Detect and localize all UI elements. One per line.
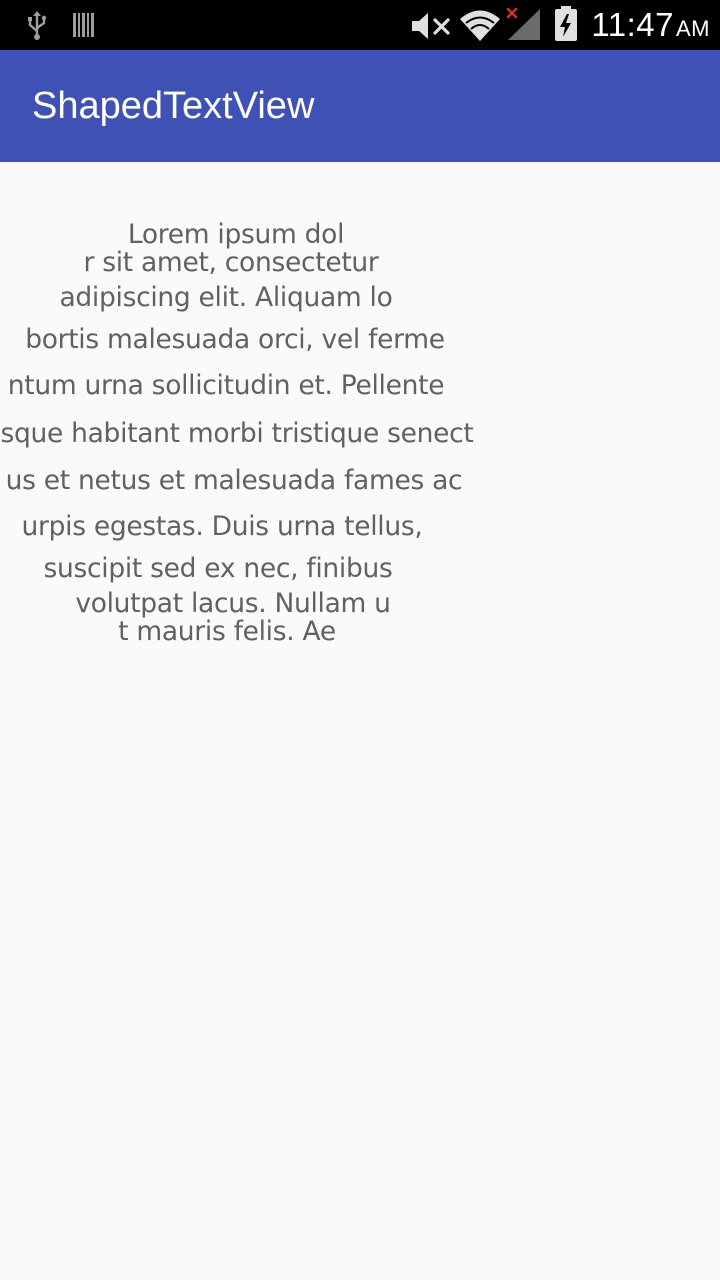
barcode-icon <box>73 13 94 37</box>
app-bar: ShapedTextView <box>0 50 720 162</box>
content-area: Lorem ipsum dol r sit amet, consectetur … <box>0 162 720 1280</box>
shaped-text-line: adipiscing elit. Aliquam lo <box>59 282 393 313</box>
shaped-text-line: ntum urna sollicitudin et. Pellente <box>7 370 445 401</box>
usb-icon <box>28 11 47 40</box>
shaped-text-line: sque habitant morbi tristique senect <box>0 418 474 449</box>
mute-icon <box>412 13 450 39</box>
app-title: ShapedTextView <box>32 85 315 127</box>
shaped-text-line: us et netus et malesuada fames ac <box>5 465 463 496</box>
shaped-text-line: urpis egestas. Duis urna tellus, <box>21 511 423 542</box>
shaped-text-line: suscipit sed ex nec, finibus <box>43 553 393 584</box>
shaped-text-line: volutpat lacus. Nullam u <box>75 588 391 619</box>
status-clock: 11:47AM <box>591 6 710 43</box>
wifi-icon <box>460 10 500 41</box>
battery-icon <box>555 6 577 41</box>
shaped-text-line: r sit amet, consectetur <box>83 247 379 278</box>
shaped-text-line: bortis malesuada orci, vel ferme <box>25 324 445 355</box>
status-bar: 11:47AM <box>0 0 720 50</box>
shaped-text-line: t mauris felis. Ae <box>118 616 336 647</box>
shaped-text-line: Lorem ipsum dol <box>127 219 345 250</box>
signal-icon <box>506 7 540 40</box>
